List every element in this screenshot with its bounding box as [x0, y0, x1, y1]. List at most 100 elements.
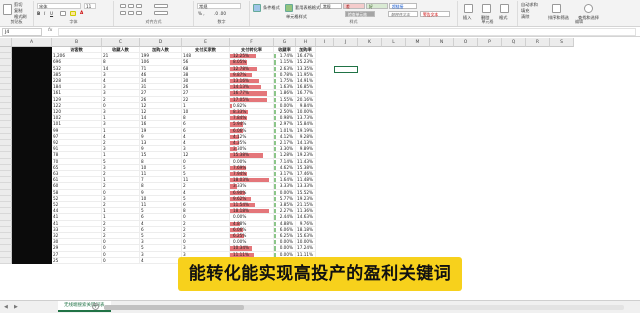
column-header-l[interactable]: L	[382, 38, 406, 47]
column-header-q[interactable]: Q	[502, 38, 526, 47]
cell-value: 11.11%	[233, 251, 249, 257]
align-top-icon[interactable]	[120, 4, 126, 8]
data-bar	[274, 141, 276, 146]
font-color-icon[interactable]: A	[80, 10, 83, 15]
number-label: 数字	[217, 19, 226, 24]
sheet-tab-active[interactable]: 无线端搜索关键词表	[58, 301, 111, 312]
next-sheet-icon[interactable]: ▶	[14, 304, 18, 310]
cell-value: 2.17%	[279, 140, 293, 145]
decimal-icon[interactable]: .0 .00	[214, 11, 226, 16]
style-bad[interactable]: 差	[343, 3, 365, 9]
cell-value: 7.84%	[233, 115, 247, 121]
column-header-b[interactable]: B	[52, 38, 102, 47]
cell-value: 4.35%	[233, 140, 247, 145]
column-header-c[interactable]: C	[102, 38, 140, 47]
cell-value: 9.62%	[233, 195, 247, 201]
column-header-r[interactable]: R	[526, 38, 550, 47]
fill-color-icon[interactable]	[70, 11, 76, 16]
cell-value: 3.30%	[279, 146, 293, 152]
italic-icon[interactable]: I	[44, 11, 45, 16]
font-name-select[interactable]: 宋体	[37, 3, 81, 9]
font-label: 字体	[69, 19, 78, 24]
number-format-select[interactable]: 常规	[197, 3, 241, 9]
align-right-icon[interactable]	[136, 11, 142, 15]
style-normal[interactable]: 常规	[320, 3, 342, 9]
column-header-i[interactable]: I	[316, 38, 334, 47]
bold-icon[interactable]: B	[37, 11, 40, 16]
add-sheet-icon[interactable]: +	[92, 303, 99, 310]
underline-icon[interactable]: U	[50, 11, 53, 16]
cell-value: 3.85%	[279, 202, 293, 207]
cells-label: 单元格	[481, 19, 494, 24]
fx-icon[interactable]: fx	[48, 28, 52, 33]
prev-sheet-icon[interactable]: ◀	[4, 304, 8, 310]
redacted-keyword-column	[12, 47, 52, 264]
data-bar	[274, 178, 276, 183]
style-hyperlink[interactable]: 超链接	[389, 3, 417, 9]
select-all-corner[interactable]	[0, 38, 12, 47]
table-format-button[interactable]: 套用表格格式	[295, 5, 320, 11]
column-header-s[interactable]: S	[550, 38, 574, 47]
column-header-e[interactable]: E	[182, 38, 230, 47]
column-header-o[interactable]: O	[454, 38, 478, 47]
align-center-icon[interactable]	[128, 11, 134, 15]
table-cell[interactable]: 0	[102, 257, 140, 264]
style-explanatory[interactable]: 解释性文本	[388, 11, 418, 17]
table-cell[interactable]: 4	[140, 257, 182, 264]
insert-icon[interactable]	[464, 4, 473, 13]
column-header-n[interactable]: N	[430, 38, 454, 47]
percent-icon[interactable]: % ,	[198, 11, 205, 16]
column-header-d[interactable]: D	[140, 38, 182, 47]
cell-value: 2.44%	[279, 214, 293, 220]
table-format-icon[interactable]	[285, 4, 293, 12]
align-bottom-icon[interactable]	[136, 4, 142, 8]
paste-icon[interactable]	[3, 4, 12, 15]
data-bar	[274, 85, 276, 90]
name-box[interactable]: J4	[2, 28, 42, 36]
align-left-icon[interactable]	[120, 11, 126, 15]
cell-value: 8.05%	[233, 59, 247, 65]
format-icon[interactable]	[500, 4, 509, 13]
border-icon[interactable]	[60, 11, 66, 16]
column-header-p[interactable]: P	[478, 38, 502, 47]
column-header-k[interactable]: K	[358, 38, 382, 47]
data-bar	[274, 91, 276, 96]
scrollbar-thumb[interactable]	[104, 305, 244, 310]
column-header-j[interactable]: J	[334, 38, 358, 47]
data-bar	[274, 203, 276, 208]
data-bar	[274, 110, 276, 115]
cell-value: 0.82%	[233, 102, 247, 108]
cell-value: 11.54%	[233, 202, 249, 207]
sort-filter-icon[interactable]	[552, 4, 561, 13]
cell-value: 0.00%	[233, 158, 247, 164]
column-header-h[interactable]: H	[296, 38, 316, 47]
selected-cell[interactable]	[334, 65, 358, 73]
row-header[interactable]	[0, 257, 12, 264]
conditional-format-button[interactable]: 条件格式	[263, 5, 280, 11]
column-header-f[interactable]: F	[230, 38, 274, 47]
cell-value: 10.34%	[233, 245, 249, 251]
column-header-g[interactable]: G	[274, 38, 296, 47]
search-icon[interactable]	[584, 4, 593, 13]
merge-center-icon[interactable]	[154, 11, 168, 15]
data-bar	[274, 128, 276, 133]
cell-value: 5.94%	[233, 121, 247, 127]
number-group: 常规 % , .0 .00 数字	[194, 1, 250, 26]
data-bar	[274, 240, 276, 245]
align-middle-icon[interactable]	[128, 4, 134, 8]
table-cell[interactable]: 25	[52, 257, 102, 264]
horizontal-scrollbar[interactable]	[104, 305, 624, 310]
formula-input[interactable]	[58, 28, 636, 36]
style-check-cell[interactable]: 检查单元格	[345, 11, 375, 17]
column-header-a[interactable]: A	[12, 38, 52, 47]
cell-value: 6.90%	[233, 189, 247, 195]
data-bar	[274, 116, 276, 121]
style-good[interactable]: 好	[366, 3, 388, 9]
font-size-select[interactable]: 11	[84, 3, 96, 9]
style-warning[interactable]: 警告文本	[420, 11, 450, 17]
conditional-format-icon[interactable]	[253, 4, 261, 12]
wrap-text-icon[interactable]	[154, 4, 168, 8]
cell-value: 9.87%	[233, 71, 247, 77]
column-header-m[interactable]: M	[406, 38, 430, 47]
delete-icon[interactable]	[482, 4, 491, 13]
